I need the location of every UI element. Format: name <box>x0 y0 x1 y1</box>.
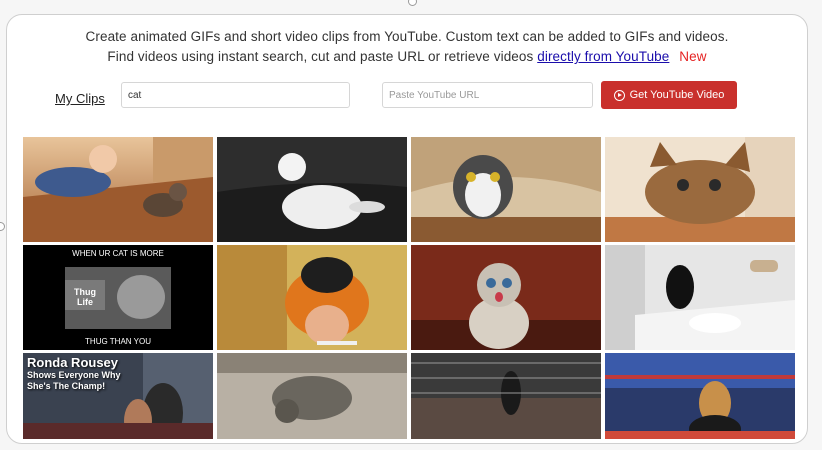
thumbnail-image <box>217 353 407 439</box>
get-youtube-video-button[interactable]: Get YouTube Video <box>601 81 737 109</box>
meme-caption-bottom: THUG THAN YOU <box>85 337 151 346</box>
thumbnail-image <box>605 353 795 439</box>
thumbnail-grey-cat-crawling[interactable] <box>217 353 407 439</box>
thumbnail-image <box>217 245 407 350</box>
meme-caption-top: WHEN UR CAT IS MORE <box>72 249 164 258</box>
thumbnail-cage-crowd[interactable] <box>411 353 601 439</box>
get-youtube-video-label: Get YouTube Video <box>629 89 725 101</box>
gif-creator-panel: Create animated GIFs and short video cli… <box>6 14 808 444</box>
thumbnail-image <box>605 137 795 242</box>
thumbnail-cat-on-toilet-paper[interactable] <box>605 245 795 350</box>
thumbnail-image <box>411 137 601 242</box>
intro-line-1: Create animated GIFs and short video cli… <box>85 29 729 44</box>
thumbnail-image <box>411 245 601 350</box>
thumbnail-tabby-closeup[interactable] <box>605 137 795 242</box>
thumbnail-ronda-studio[interactable] <box>605 353 795 439</box>
meme-caption-middle: Thug Life <box>74 287 96 307</box>
thumbnail-image <box>217 137 407 242</box>
ronda-subtitle-2: She's The Champ! <box>27 381 106 391</box>
thumbnail-cat-under-paper[interactable] <box>411 137 601 242</box>
thumbnail-kitten-shocked[interactable] <box>411 245 601 350</box>
ronda-caption: Ronda Rousey Shows Everyone Why She's Th… <box>27 355 121 392</box>
thumbnail-white-cat-couch[interactable] <box>217 137 407 242</box>
intro-text: Create animated GIFs and short video cli… <box>7 27 807 67</box>
window-resize-handle-left[interactable] <box>0 222 5 231</box>
thumbnail-image <box>411 353 601 439</box>
thumbnail-cat-on-head[interactable] <box>217 245 407 350</box>
thumbnail-image <box>23 245 213 350</box>
thumbnail-ronda-rousey[interactable]: Ronda Rousey Shows Everyone Why She's Th… <box>23 353 213 439</box>
new-badge: New <box>679 49 707 64</box>
thumbnail-grid: WHEN UR CAT IS MORE Thug Life THUG THAN … <box>23 137 795 439</box>
thumbnail-image <box>23 137 213 242</box>
thumbnail-thug-life-meme[interactable]: WHEN UR CAT IS MORE Thug Life THUG THAN … <box>23 245 213 350</box>
youtube-play-icon <box>613 89 625 101</box>
intro-line-2-text: Find videos using instant search, cut an… <box>107 49 534 64</box>
window-resize-handle-top[interactable] <box>408 0 417 6</box>
thumbnail-image <box>605 245 795 350</box>
intro-line-2: Find videos using instant search, cut an… <box>7 47 807 67</box>
ronda-title: Ronda Rousey <box>27 355 119 370</box>
youtube-url-input[interactable] <box>382 82 593 108</box>
directly-from-youtube-link[interactable]: directly from YouTube <box>537 49 669 64</box>
ronda-subtitle-1: Shows Everyone Why <box>27 370 121 380</box>
search-input[interactable] <box>121 82 350 108</box>
my-clips-link[interactable]: My Clips <box>55 91 105 106</box>
thumbnail-baby-and-kitten[interactable] <box>23 137 213 242</box>
